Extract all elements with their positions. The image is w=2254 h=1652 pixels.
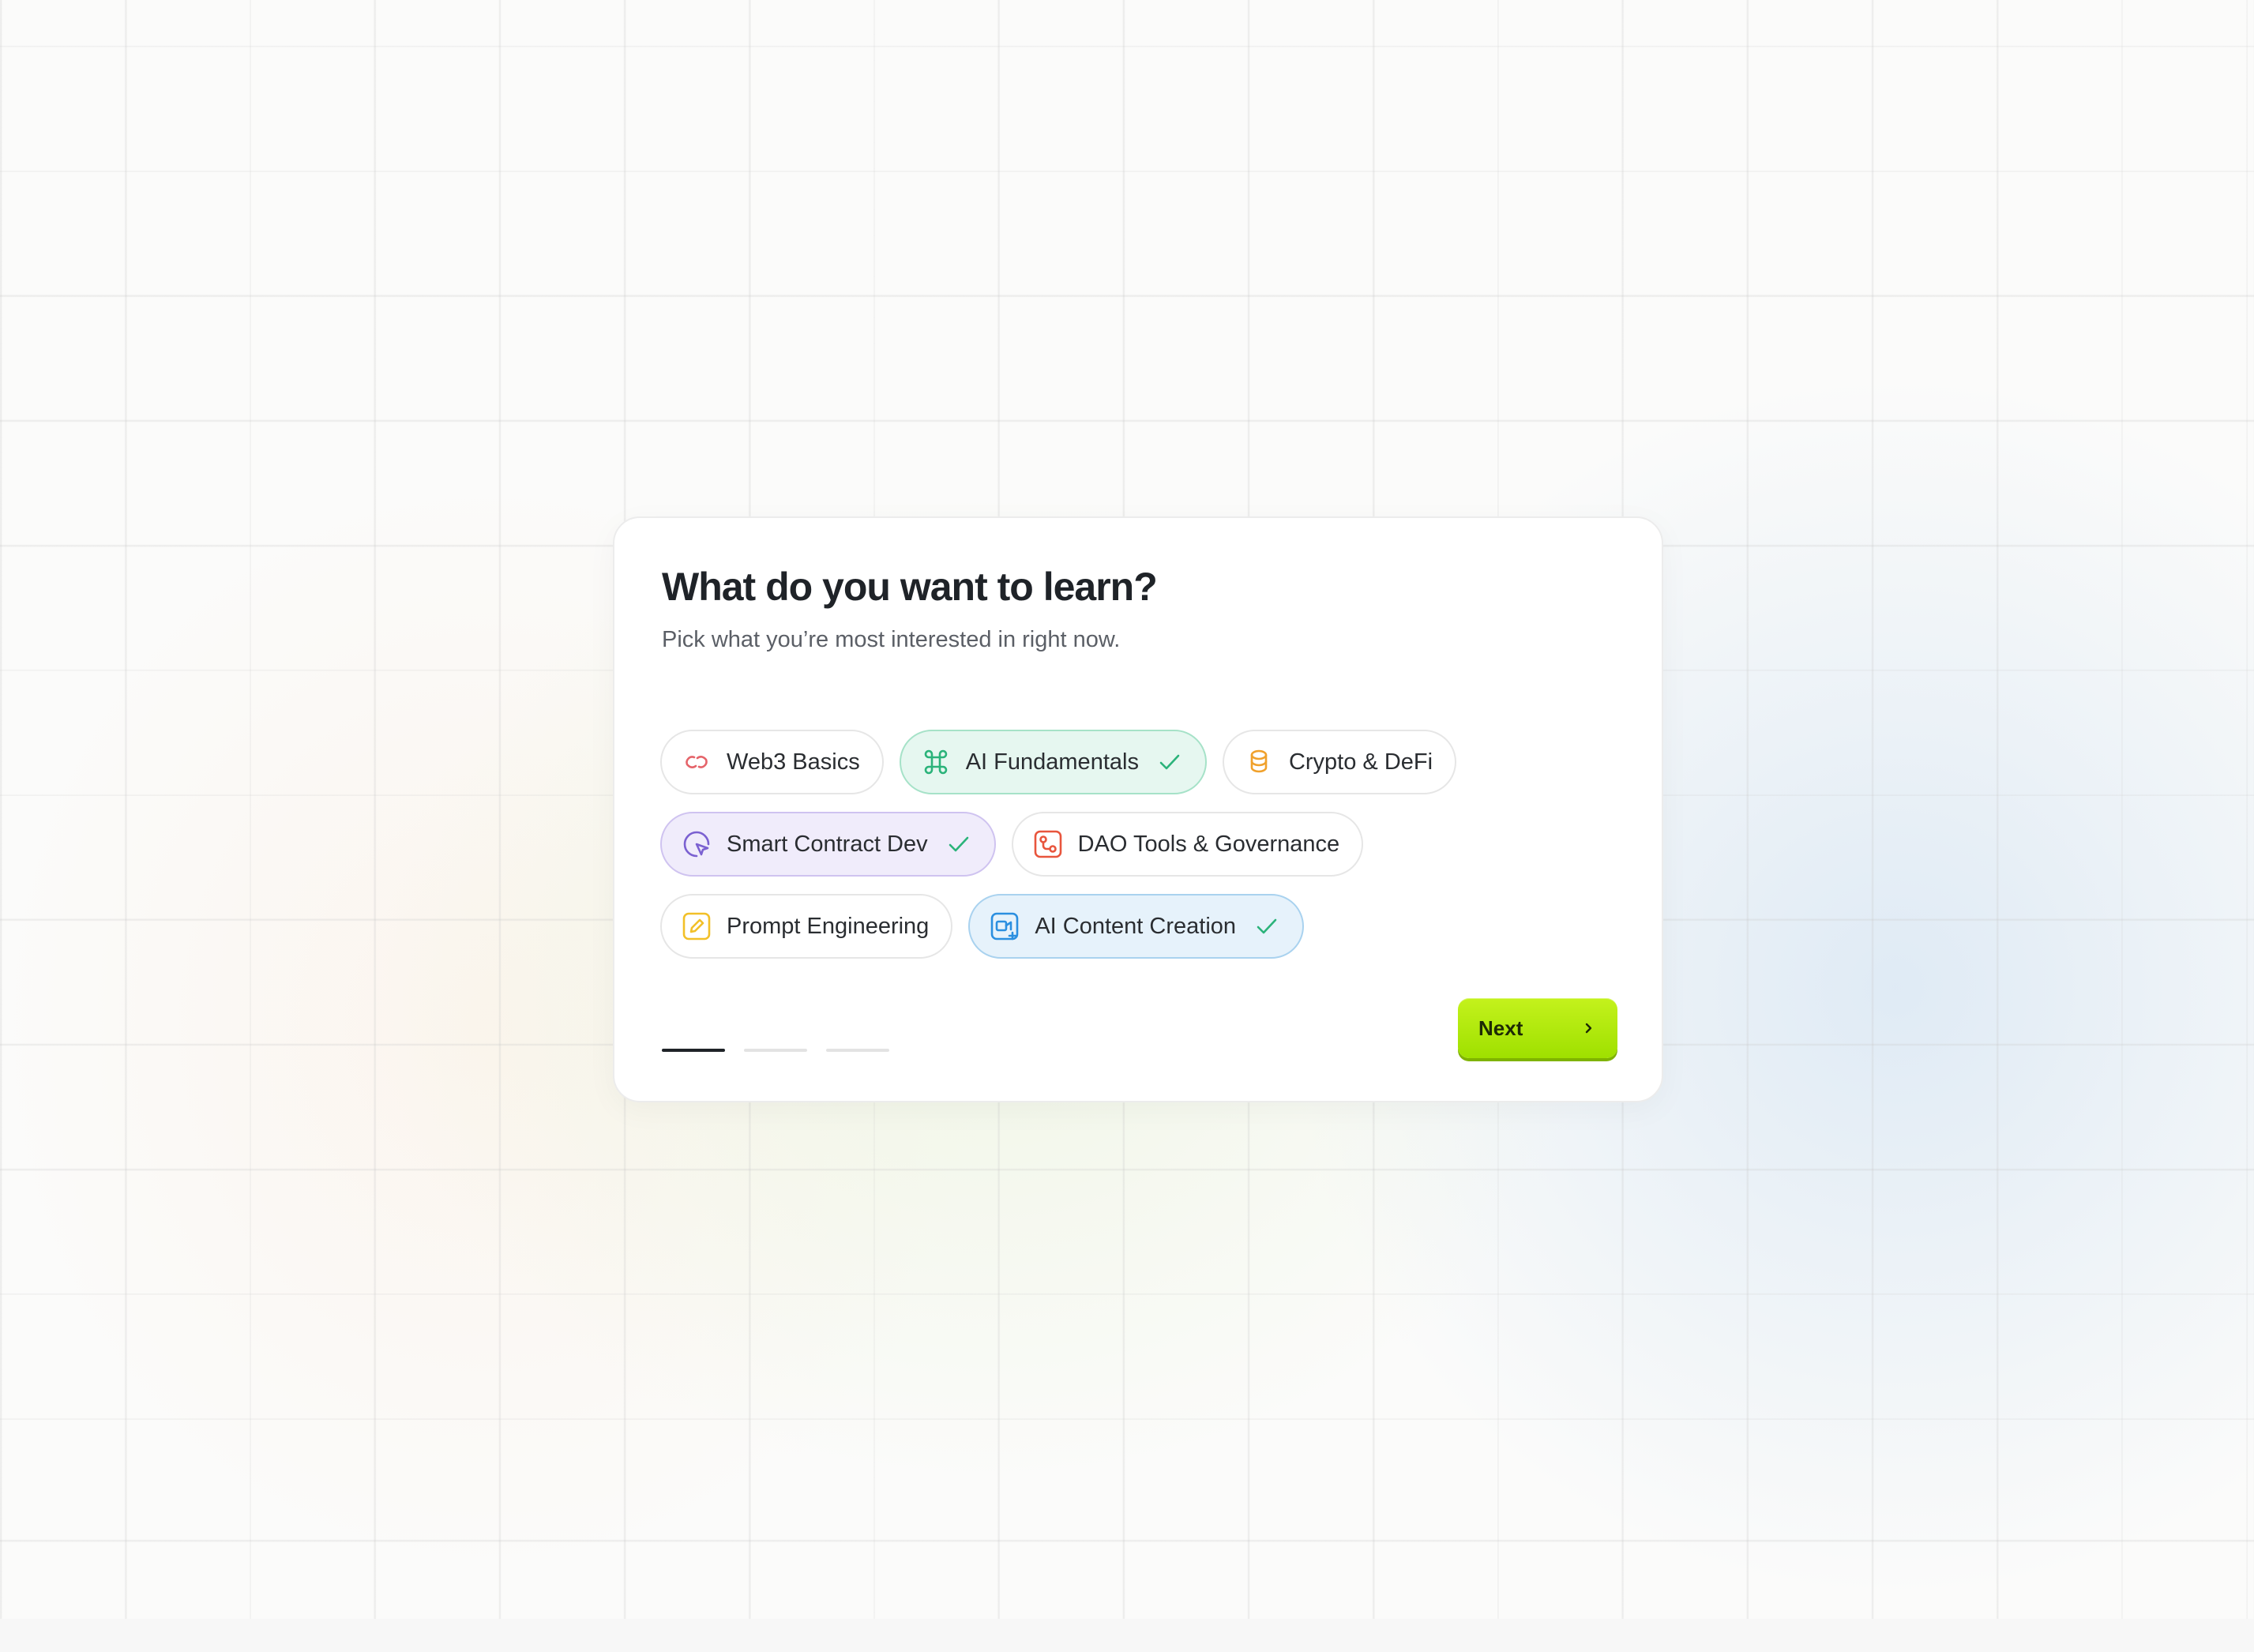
page-title: What do you want to learn? [662, 565, 1158, 609]
link-icon [681, 746, 712, 778]
topic-chip-crypto-defi[interactable]: Crypto & DeFi [1222, 730, 1457, 794]
command-icon [920, 746, 952, 778]
chip-label: Prompt Engineering [727, 913, 930, 939]
pencil-square-icon [681, 910, 712, 942]
next-button-label: Next [1478, 1016, 1523, 1040]
topic-chip-dao-tools-governance[interactable]: DAO Tools & Governance [1011, 812, 1364, 877]
progress-step-3 [826, 1049, 889, 1052]
checkmark-icon [945, 831, 972, 858]
checkmark-icon [1156, 749, 1183, 775]
topic-chip-ai-content-creation[interactable]: AI Content Creation [968, 894, 1305, 959]
progress-step-1 [662, 1049, 725, 1052]
coins-icon [1243, 746, 1275, 778]
chip-label: AI Content Creation [1035, 913, 1237, 939]
chip-label: Web3 Basics [727, 749, 860, 775]
chip-label: Crypto & DeFi [1288, 749, 1433, 775]
progress-step-2 [744, 1049, 807, 1052]
chip-row: Smart Contract Dev DAO Tools & Governanc… [660, 812, 1624, 877]
onboarding-card: What do you want to learn? Pick what you… [613, 516, 1663, 1102]
checkmark-icon [1253, 913, 1280, 940]
topic-chip-prompt-engineering[interactable]: Prompt Engineering [660, 894, 953, 959]
footer-strip [0, 1619, 2254, 1652]
chip-label: Smart Contract Dev [727, 831, 928, 857]
chip-row: Web3 Basics AI Fundamentals Crypto & DeF… [660, 730, 1624, 794]
topic-chips: Web3 Basics AI Fundamentals Crypto & DeF… [660, 730, 1624, 976]
pointer-circle-icon [681, 828, 712, 860]
chevron-right-icon [1580, 1019, 1597, 1037]
chip-label: DAO Tools & Governance [1077, 831, 1340, 857]
step-progress [662, 1049, 889, 1052]
topic-chip-ai-fundamentals[interactable]: AI Fundamentals [899, 730, 1207, 794]
chip-row: Prompt Engineering AI Content Creation [660, 894, 1624, 959]
topic-chip-web3-basics[interactable]: Web3 Basics [660, 730, 884, 794]
video-sparkle-icon [989, 910, 1020, 942]
chip-label: AI Fundamentals [965, 749, 1139, 775]
page-subtitle: Pick what you’re most interested in righ… [662, 627, 1121, 652]
next-button[interactable]: Next [1458, 998, 1617, 1058]
topic-chip-smart-contract-dev[interactable]: Smart Contract Dev [660, 812, 996, 877]
workflow-icon [1032, 828, 1064, 860]
